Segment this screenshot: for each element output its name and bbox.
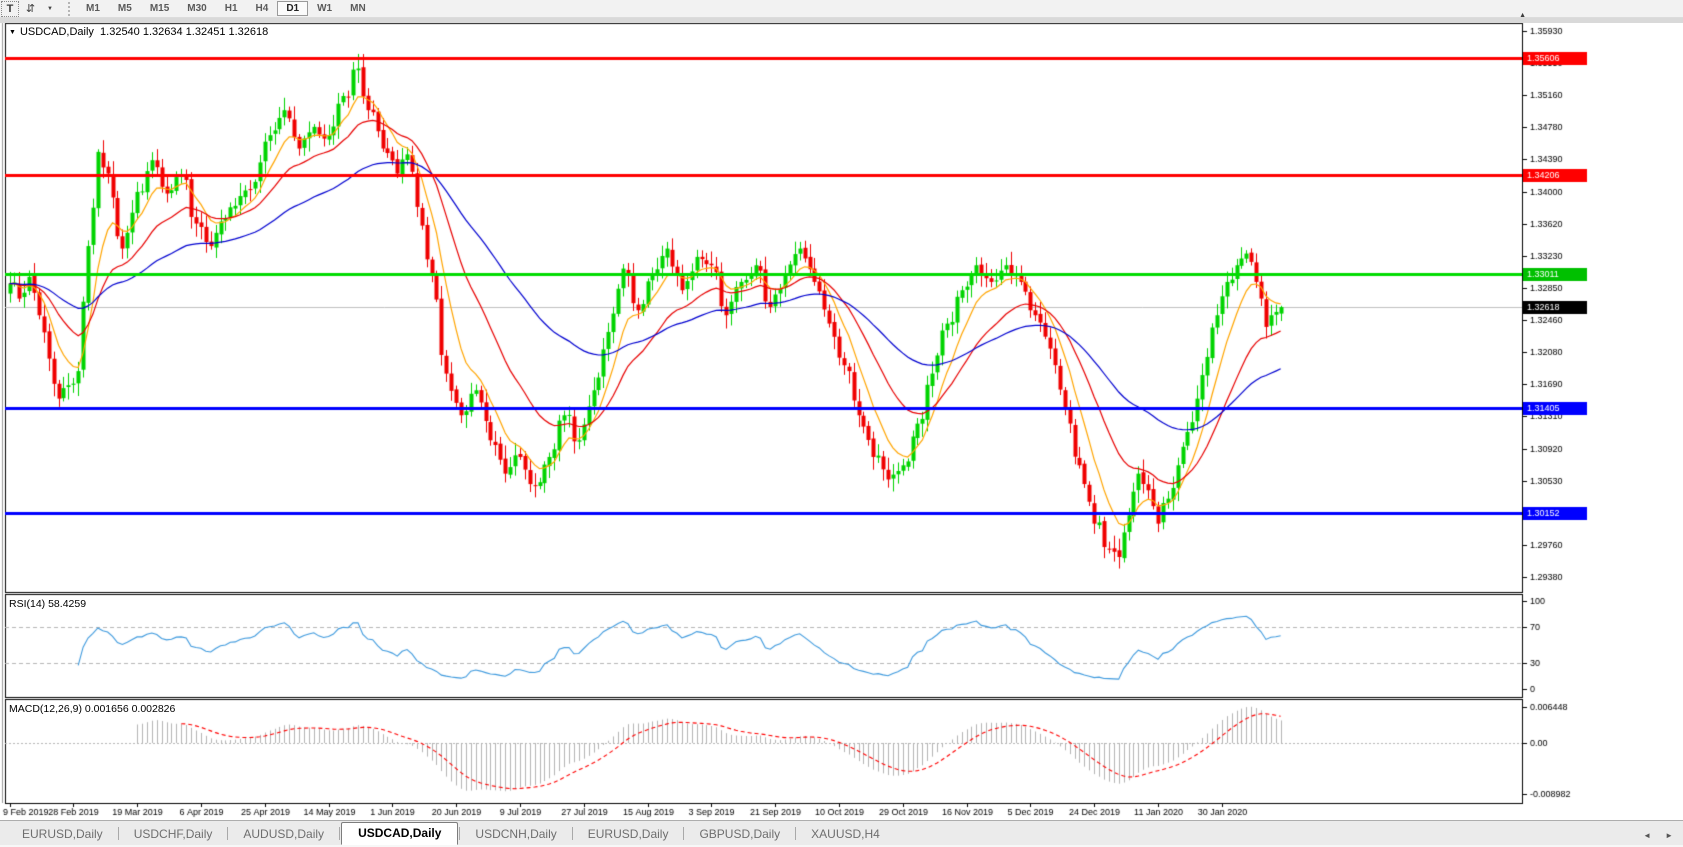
arrange-windows-button[interactable]: ⇵ [21, 1, 39, 17]
toolbar-grip[interactable] [68, 2, 72, 16]
text-tool-icon: T [7, 3, 14, 15]
timeframe-button-M5[interactable]: M5 [109, 1, 141, 16]
chart-tab-eurusd-5[interactable]: EURUSD,Daily [574, 824, 683, 845]
timeframe-button-H1[interactable]: H1 [216, 1, 247, 16]
text-tool-button[interactable]: T [1, 1, 19, 17]
rsi-indicator-label: RSI(14) 58.4259 [9, 598, 86, 610]
timeframe-button-group: M1M5M15M30H1H4D1W1MN [77, 1, 375, 16]
tab-separator [227, 827, 228, 840]
chart-tab-gbpusd-6[interactable]: GBPUSD,Daily [685, 824, 794, 845]
toolbar: T ⇵ ▼ M1M5M15M30H1H4D1W1MN [0, 0, 1683, 18]
timeframe-button-M15[interactable]: M15 [141, 1, 178, 16]
tab-separator [118, 827, 119, 840]
chart-tab-usdcnh-4[interactable]: USDCNH,Daily [461, 824, 570, 845]
window-splitter-band [0, 18, 1683, 23]
caret-down-icon: ▼ [47, 6, 53, 12]
chart-tab-audusd-2[interactable]: AUDUSD,Daily [229, 824, 338, 845]
tab-scroll-arrows: ◄ ► [1643, 832, 1673, 840]
chart-title: ▼ USDCAD,Daily 1.32540 1.32634 1.32451 1.… [9, 26, 268, 38]
tab-separator [339, 827, 340, 840]
chart-tab-eurusd-0[interactable]: EURUSD,Daily [8, 824, 117, 845]
timeframe-button-M1[interactable]: M1 [77, 1, 109, 16]
timeframe-button-D1[interactable]: D1 [277, 1, 308, 16]
chart-ohlc-values: 1.32540 1.32634 1.32451 1.32618 [100, 26, 268, 38]
tab-separator [572, 827, 573, 840]
chart-tab-usdchf-1[interactable]: USDCHF,Daily [120, 824, 227, 845]
chart-symbol-label: USDCAD,Daily [20, 26, 94, 38]
chart-dropdown-icon[interactable]: ▼ [9, 29, 16, 36]
timeframe-button-M30[interactable]: M30 [178, 1, 215, 16]
price-chart-canvas[interactable] [0, 0, 1683, 847]
tab-strip: EURUSD,DailyUSDCHF,DailyAUDUSD,DailyUSDC… [8, 822, 894, 845]
tab-separator [683, 827, 684, 840]
timeframe-button-H4[interactable]: H4 [247, 1, 278, 16]
macd-indicator-label: MACD(12,26,9) 0.001656 0.002826 [9, 703, 175, 715]
arrange-dropdown-button[interactable]: ▼ [41, 1, 59, 17]
tab-scroll-right-icon[interactable]: ► [1665, 832, 1673, 840]
chart-tab-bar: EURUSD,DailyUSDCHF,DailyAUDUSD,DailyUSDC… [0, 820, 1683, 847]
timeframe-button-MN[interactable]: MN [341, 1, 375, 16]
arrange-icon: ⇵ [26, 2, 34, 15]
scroll-up-icon[interactable]: ▲ [1519, 12, 1526, 19]
tab-separator [795, 827, 796, 840]
tab-separator [459, 827, 460, 840]
chart-tab-usdcad-3[interactable]: USDCAD,Daily [341, 822, 458, 845]
timeframe-button-W1[interactable]: W1 [308, 1, 341, 16]
tab-scroll-left-icon[interactable]: ◄ [1643, 832, 1651, 840]
chart-tab-xauusd-7[interactable]: XAUUSD,H4 [797, 824, 894, 845]
